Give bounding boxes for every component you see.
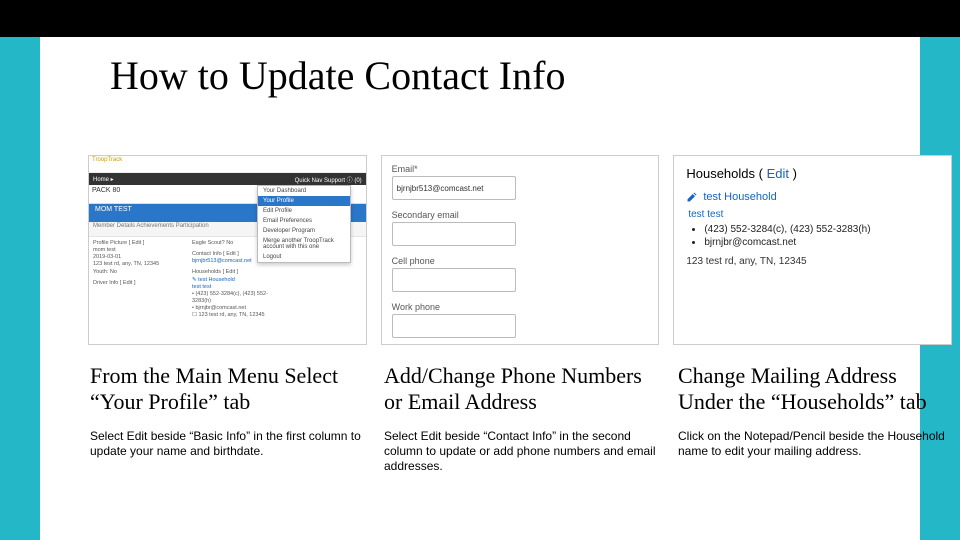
s3-phones: (423) 552-3284(c), (423) 552-3283(h)	[704, 224, 939, 235]
screenshots-row: TroopTrack Home ▸ Quick Nav Support ⓘ (0…	[88, 155, 952, 345]
caption-2-heading: Add/Change Phone Numbers or Email Addres…	[384, 363, 656, 415]
s1-dropdown: Your Dashboard Your Profile Edit Profile…	[257, 185, 351, 263]
s1-home: Home ▸	[93, 176, 114, 183]
pencil-icon	[686, 191, 698, 203]
caption-1-body: Select Edit beside “Basic Info” in the f…	[90, 429, 362, 459]
s1-dob: 2019-03-01	[93, 254, 185, 261]
s1-body: Profile Picture [ Edit ] mom test 2019-0…	[89, 237, 366, 345]
input-work-phone	[392, 314, 516, 338]
dd-merge: Merge another TroopTrack account with th…	[258, 236, 350, 252]
s3-h-edit: Edit	[767, 166, 789, 181]
s3-household-name: test Household	[703, 191, 776, 203]
s1-hh: Households [ Edit ]	[192, 269, 280, 276]
caption-3: Change Mailing Address Under the “Househ…	[678, 363, 950, 474]
dd-edit-profile: Edit Profile	[258, 206, 350, 216]
s3-email: bjrnjbr@comcast.net	[704, 237, 939, 248]
top-black-bar	[0, 0, 960, 37]
s1-brand: TroopTrack	[89, 156, 366, 173]
slide: How to Update Contact Info TroopTrack Ho…	[0, 0, 960, 540]
dd-email-prefs: Email Preferences	[258, 216, 350, 226]
field-email: Email* bjrnjbr513@comcast.net	[392, 164, 516, 200]
screenshot-contact-form: Email* bjrnjbr513@comcast.net Secondary …	[381, 155, 660, 345]
dd-logout: Logout	[258, 252, 350, 262]
s1-hh-ad: ☐ 123 test rd, any, TN, 12345	[192, 312, 280, 319]
s3-name-row: test Household	[686, 191, 939, 203]
label-cell-phone: Cell phone	[392, 256, 516, 266]
s1-youth: Youth: No	[93, 269, 185, 276]
s3-h-c: )	[789, 166, 797, 181]
s1-name: mom test	[93, 247, 185, 254]
teal-left-stripe	[0, 37, 40, 540]
captions-row: From the Main Menu Select “Your Profile”…	[90, 363, 950, 474]
input-cell-phone	[392, 268, 516, 292]
caption-1: From the Main Menu Select “Your Profile”…	[90, 363, 362, 474]
s3-address: 123 test rd, any, TN, 12345	[686, 256, 939, 267]
s1-left-col: Profile Picture [ Edit ] mom test 2019-0…	[89, 237, 189, 290]
label-email: Email*	[392, 164, 516, 174]
s3-list: (423) 552-3284(c), (423) 552-3283(h) bjr…	[704, 224, 939, 248]
s3-h-a: Households (	[686, 166, 766, 181]
caption-3-body: Click on the Notepad/Pencil beside the H…	[678, 429, 950, 459]
s1-hh-name: ✎ test Household	[192, 277, 280, 284]
caption-2: Add/Change Phone Numbers or Email Addres…	[384, 363, 656, 474]
s3-subname: test test	[688, 209, 939, 220]
input-email: bjrnjbr513@comcast.net	[392, 176, 516, 200]
s1-addr: 123 test rd, any, TN, 12345	[93, 261, 185, 268]
s1-hh-sub: test test	[192, 284, 280, 291]
dd-your-profile: Your Profile	[258, 196, 350, 206]
caption-1-heading: From the Main Menu Select “Your Profile”…	[90, 363, 362, 415]
s1-driver: Driver Info [ Edit ]	[93, 280, 185, 287]
dd-developer: Developer Program	[258, 226, 350, 236]
label-secondary-email: Secondary email	[392, 210, 516, 220]
s3-card: Households ( Edit ) test Household test …	[674, 156, 951, 277]
s1-right: Quick Nav Support ⓘ (0)	[295, 175, 362, 184]
caption-3-heading: Change Mailing Address Under the “Househ…	[678, 363, 950, 415]
field-cell-phone: Cell phone	[392, 256, 516, 292]
s1-hh-p1: • (423) 552-3284(c), (423) 552-3283(h)	[192, 291, 280, 305]
caption-2-body: Select Edit beside “Contact Info” in the…	[384, 429, 656, 474]
field-work-phone: Work phone	[392, 302, 516, 338]
screenshot-household: Households ( Edit ) test Household test …	[673, 155, 952, 345]
page-title: How to Update Contact Info	[110, 52, 565, 99]
s1-blackbar: Home ▸ Quick Nav Support ⓘ (0)	[89, 173, 366, 185]
label-work-phone: Work phone	[392, 302, 516, 312]
content-panel: How to Update Contact Info TroopTrack Ho…	[40, 37, 920, 540]
dd-dashboard: Your Dashboard	[258, 186, 350, 196]
s2-form: Email* bjrnjbr513@comcast.net Secondary …	[382, 156, 659, 345]
field-secondary-email: Secondary email	[392, 210, 516, 246]
screenshot-profile: TroopTrack Home ▸ Quick Nav Support ⓘ (0…	[88, 155, 367, 345]
input-secondary-email	[392, 222, 516, 246]
s3-header: Households ( Edit )	[686, 166, 939, 181]
s1-profile-pic: Profile Picture [ Edit ]	[93, 240, 185, 247]
